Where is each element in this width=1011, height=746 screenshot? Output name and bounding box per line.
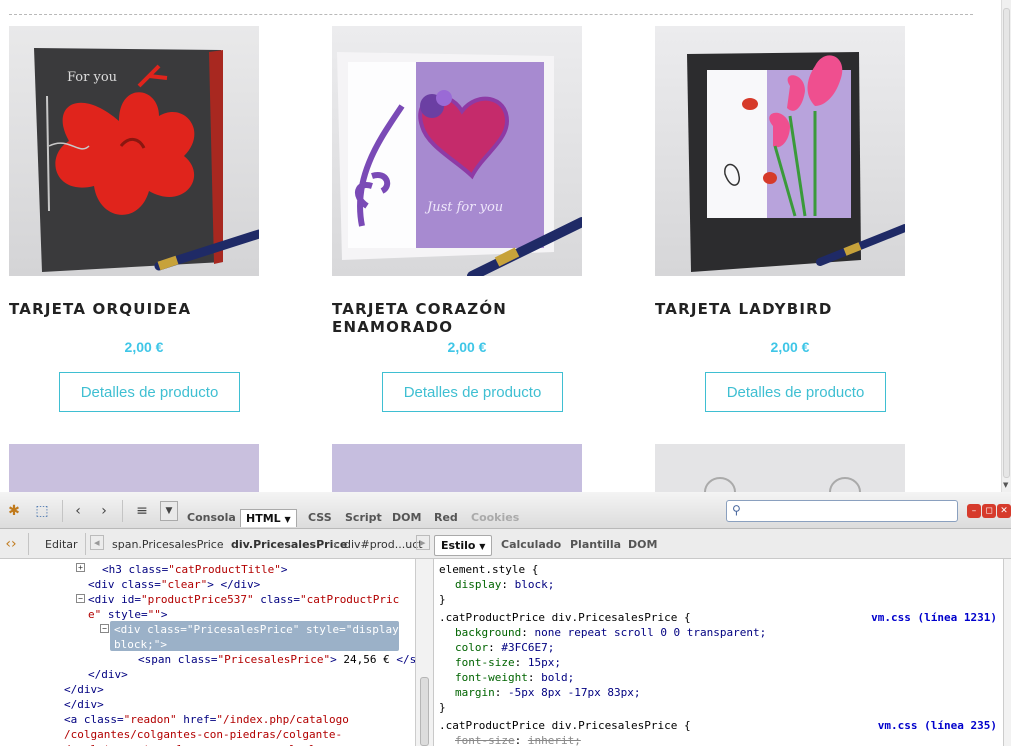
html-tree-line[interactable]: <div class="PricesalesPrice" style="disp… <box>114 622 412 637</box>
html-node-icon[interactable]: ‹› <box>2 534 20 554</box>
html-tree-line[interactable]: /colgantes/colgantes-con-piedras/colgant… <box>64 727 342 742</box>
html-tree-line[interactable]: block;"> <box>114 637 167 652</box>
close-icon[interactable]: ✕ <box>997 504 1011 518</box>
css-property[interactable]: color: #3FC6E7; <box>455 640 554 655</box>
css-property[interactable]: font-size: 15px; <box>455 655 561 670</box>
css-property[interactable]: background: none repeat scroll 0 0 trans… <box>455 625 766 640</box>
product-title[interactable]: TARJETA ORQUIDEA <box>9 300 309 318</box>
inspect-icon[interactable]: ⬚ <box>32 501 52 521</box>
tab-dom[interactable]: DOM <box>387 509 426 527</box>
tab-calculado[interactable]: Calculado <box>495 535 567 554</box>
style-panel[interactable]: element.style {display: block;} .catProdu… <box>433 559 1003 746</box>
css-property[interactable]: font-weight: bold; <box>455 670 574 685</box>
css-source-link[interactable]: vm.css (línea 235) <box>878 718 997 733</box>
firebug-toolbar: ✱ ⬚ ‹ › ≡ ▼ Consola HTML ▼ CSS Script DO… <box>0 492 1011 529</box>
chevron-down-icon[interactable]: ▼ <box>160 501 178 521</box>
css-property[interactable]: display: block; <box>455 577 554 592</box>
breadcrumb-scroll-left[interactable]: ◂ <box>90 535 104 550</box>
scrollbar-thumb[interactable] <box>1003 8 1010 478</box>
card-caption: Just for you <box>424 200 503 215</box>
product-catalog: For you TARJETA ORQUIDEA 2,00 € Detalles… <box>0 0 1001 492</box>
product-title[interactable]: TARJETA CORAZÓN ENAMORADO <box>332 300 632 336</box>
tab-script[interactable]: Script <box>340 509 387 527</box>
breadcrumb-item-active[interactable]: div.PricesalesPrice <box>231 538 347 551</box>
html-tree-line[interactable]: <div id="productPrice537" class="catProd… <box>88 592 399 607</box>
product-details-button[interactable]: Detalles de producto <box>59 372 240 412</box>
search-icon: ⚲ <box>732 503 741 517</box>
product-details-button[interactable]: Detalles de producto <box>382 372 563 412</box>
collapse-icon[interactable]: − <box>76 594 85 603</box>
css-brace[interactable]: } <box>439 700 446 715</box>
html-tree[interactable]: + − − <h3 class="catProductTitle"> <div c… <box>0 559 415 746</box>
product-image-partial[interactable] <box>9 444 259 492</box>
product-image-orquidea[interactable]: For you <box>9 26 259 276</box>
tab-dom-side[interactable]: DOM <box>622 535 663 554</box>
css-selector[interactable]: .catProductPrice div.PricesalesPrice { <box>439 718 691 733</box>
breadcrumb-scroll-right[interactable]: ▸ <box>416 535 430 550</box>
breadcrumb-item[interactable]: span.PricesalesPrice <box>112 538 224 551</box>
tab-css[interactable]: CSS <box>303 509 337 527</box>
collapse-icon[interactable]: − <box>100 624 109 633</box>
scroll-down-icon[interactable]: ▼ <box>1003 481 1008 489</box>
tab-consola[interactable]: Consola <box>182 509 241 527</box>
html-tree-line[interactable]: </div> <box>64 697 104 712</box>
product-details-button[interactable]: Detalles de producto <box>705 372 886 412</box>
product-image-ladybird[interactable] <box>655 26 905 276</box>
html-tree-line[interactable]: <a class="readon" href="/index.php/catal… <box>64 712 349 727</box>
page-scrollbar[interactable]: ▼ <box>1001 0 1011 492</box>
card-caption: For you <box>67 70 117 85</box>
css-selector[interactable]: .catProductPrice div.PricesalesPrice { <box>439 610 691 625</box>
html-tree-line[interactable]: de-plata-rectangular-con-nacar-azul-clar… <box>64 742 342 746</box>
search-input[interactable]: ⚲ <box>726 500 958 522</box>
html-toolbar: ‹› Editar ◂ span.PricesalesPrice ‹ div.P… <box>0 529 430 559</box>
product-title[interactable]: TARJETA LADYBIRD <box>655 300 955 318</box>
html-tree-line[interactable]: </div> <box>88 667 128 682</box>
edit-button[interactable]: Editar <box>45 538 78 551</box>
detach-icon[interactable]: ◻ <box>982 504 996 518</box>
html-tree-line[interactable]: </div> <box>64 682 104 697</box>
product-price: 2,00 € <box>124 339 164 355</box>
tab-plantilla[interactable]: Plantilla <box>564 535 627 554</box>
css-source-link[interactable]: vm.css (línea 1231) <box>871 610 997 625</box>
tab-estilo[interactable]: Estilo ▼ <box>434 535 493 556</box>
product-image-partial[interactable] <box>655 444 905 492</box>
menu-icon[interactable]: ≡ <box>132 501 152 521</box>
firebug-panel: ✱ ⬚ ‹ › ≡ ▼ Consola HTML ▼ CSS Script DO… <box>0 492 1011 746</box>
product-image-partial[interactable] <box>332 444 582 492</box>
breadcrumb-item[interactable]: div#prod...uct <box>344 538 423 551</box>
back-icon[interactable]: ‹ <box>70 501 86 521</box>
tab-cookies[interactable]: Cookies <box>466 509 524 527</box>
css-property[interactable]: font-size: inherit; <box>455 733 581 746</box>
firebug-bug-icon[interactable]: ✱ <box>4 501 24 521</box>
product-price: 2,00 € <box>447 339 487 355</box>
html-tree-line[interactable]: <h3 class="catProductTitle"> <box>102 562 287 577</box>
forward-icon[interactable]: › <box>96 501 112 521</box>
chevron-down-icon[interactable]: ▼ <box>285 515 291 524</box>
side-panel-toolbar: Estilo ▼ Calculado Plantilla DOM <box>430 529 1011 559</box>
html-tree-line[interactable]: <div class="clear"> </div> <box>88 577 260 592</box>
css-selector[interactable]: element.style { <box>439 562 538 577</box>
product-price: 2,00 € <box>770 339 810 355</box>
style-panel-scrollbar[interactable] <box>1003 559 1011 746</box>
divider <box>9 14 973 15</box>
expand-icon[interactable]: + <box>76 563 85 572</box>
html-tree-line[interactable]: <span class="PricesalesPrice"> 24,56 € <… <box>138 652 415 667</box>
scrollbar-thumb[interactable] <box>420 677 429 746</box>
chevron-down-icon[interactable]: ▼ <box>479 542 485 551</box>
tab-html[interactable]: HTML ▼ <box>240 509 297 527</box>
css-property[interactable]: margin: -5px 8px -17px 83px; <box>455 685 640 700</box>
tab-red[interactable]: Red <box>429 509 463 527</box>
css-brace[interactable]: } <box>439 592 446 607</box>
html-pane-scrollbar[interactable] <box>415 559 433 746</box>
minimize-icon[interactable]: – <box>967 504 981 518</box>
product-image-corazon[interactable]: Just for you <box>332 26 582 276</box>
html-tree-line[interactable]: e" style=""> <box>88 607 167 622</box>
